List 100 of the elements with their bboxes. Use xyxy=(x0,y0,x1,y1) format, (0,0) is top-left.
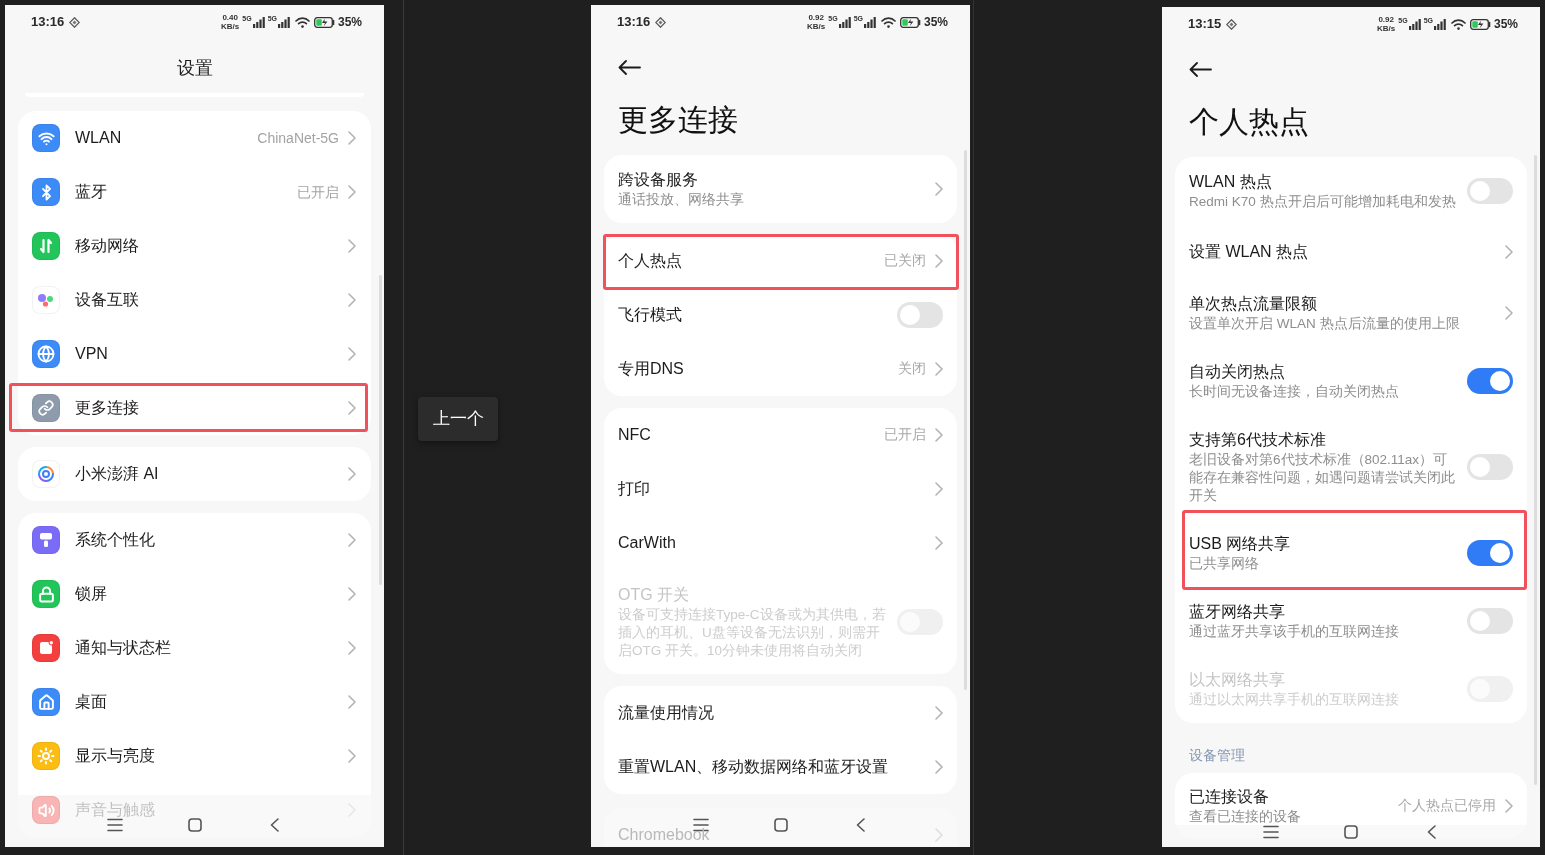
setting-label[interactable]: 桌面 xyxy=(75,691,107,713)
speed-unit: KB/s xyxy=(807,22,826,31)
toggle-switch[interactable] xyxy=(1467,454,1513,480)
toggle-switch[interactable] xyxy=(1467,540,1513,566)
toggle-switch[interactable] xyxy=(1467,178,1513,204)
setting-label: 支持第6代技术标准 xyxy=(1189,430,1326,450)
signal-icon xyxy=(1433,18,1446,30)
chevron-right-icon xyxy=(935,760,943,774)
status-time: 13:15 xyxy=(1188,16,1222,32)
chevron-right-icon xyxy=(1505,799,1513,813)
back-icon[interactable] xyxy=(856,818,865,832)
tooltip: 上一个 xyxy=(418,397,498,441)
setting-description: 老旧设备对第6代技术标准（802.11ax）可能存在兼容性问题，如遇问题请尝试关闭此开关 xyxy=(1189,451,1456,505)
setting-value: 个人热点已停用 xyxy=(1398,797,1496,815)
setting-label: 自动关闭热点 xyxy=(1189,362,1285,382)
network-speed: 0.92 xyxy=(808,13,824,22)
wifi-icon xyxy=(294,16,310,28)
setting-label[interactable]: 跨设备服务 xyxy=(618,169,698,191)
setting-label: USB 网络共享 xyxy=(1189,534,1291,554)
chevron-right-icon xyxy=(348,695,356,709)
screen-title: 更多连接 xyxy=(618,102,738,138)
menu-icon[interactable] xyxy=(1263,825,1279,839)
setting-label[interactable]: 打印 xyxy=(618,478,650,500)
setting-label[interactable]: 单次热点流量限额 xyxy=(1189,293,1317,315)
setting-value: 已开启 xyxy=(884,426,926,444)
setting-label[interactable]: 蓝牙 xyxy=(75,181,107,203)
chevron-right-icon xyxy=(935,254,943,268)
chevron-right-icon xyxy=(1505,245,1513,259)
diamond-icon xyxy=(69,16,81,28)
battery-charging-icon xyxy=(899,16,921,28)
chevron-right-icon xyxy=(348,131,356,145)
battery-charging-icon xyxy=(1469,18,1491,30)
square-icon[interactable] xyxy=(187,818,202,832)
back-icon[interactable] xyxy=(1426,825,1436,839)
chevron-right-icon xyxy=(935,706,943,720)
setting-label[interactable]: 已连接设备 xyxy=(1189,786,1269,808)
setting-label[interactable]: 更多连接 xyxy=(75,397,139,419)
chevron-right-icon xyxy=(348,185,356,199)
chevron-right-icon xyxy=(935,362,943,376)
setting-value: 已关闭 xyxy=(884,252,926,270)
setting-description: 已共享网络 xyxy=(1189,555,1259,573)
setting-label[interactable]: 通知与状态栏 xyxy=(75,637,171,659)
setting-description: 长时间无设备连接，自动关闭热点 xyxy=(1189,383,1399,401)
setting-label[interactable]: 显示与亮度 xyxy=(75,745,155,767)
speed-unit: KB/s xyxy=(1377,24,1396,33)
setting-label: 蓝牙网络共享 xyxy=(1189,602,1285,622)
screen-title: 设置 xyxy=(176,57,213,80)
wifi-icon xyxy=(1450,18,1466,30)
chevron-right-icon xyxy=(348,293,356,307)
chevron-right-icon xyxy=(935,536,943,550)
chevron-right-icon xyxy=(348,587,356,601)
setting-label[interactable]: 系统个性化 xyxy=(75,529,155,551)
chevron-right-icon xyxy=(348,533,356,547)
battery-percent: 35% xyxy=(923,15,948,29)
setting-label[interactable]: 流量使用情况 xyxy=(618,702,714,724)
square-icon[interactable] xyxy=(773,818,788,832)
chevron-right-icon xyxy=(348,401,356,415)
setting-label[interactable]: CarWith xyxy=(618,532,676,554)
network-speed: 0.40 xyxy=(222,13,238,22)
chevron-right-icon xyxy=(348,749,356,763)
square-icon[interactable] xyxy=(1344,825,1358,839)
chevron-right-icon xyxy=(348,239,356,253)
setting-label[interactable]: 重置WLAN、移动数据网络和蓝牙设置 xyxy=(618,756,889,778)
chevron-right-icon xyxy=(1505,306,1513,320)
chevron-right-icon xyxy=(935,428,943,442)
diamond-icon xyxy=(1226,18,1238,30)
setting-label[interactable]: 设备互联 xyxy=(75,289,139,311)
screen-title: 个人热点 xyxy=(1189,104,1309,140)
back-arrow-icon[interactable] xyxy=(1189,61,1212,77)
setting-label[interactable]: VPN xyxy=(75,343,108,365)
setting-label[interactable]: NFC xyxy=(618,424,651,446)
back-icon[interactable] xyxy=(270,818,279,832)
chevron-right-icon xyxy=(935,828,943,842)
setting-description: 通过蓝牙共享该手机的互联网连接 xyxy=(1189,623,1399,641)
chevron-right-icon xyxy=(348,347,356,361)
battery-percent: 35% xyxy=(1493,17,1518,31)
toggle-switch[interactable] xyxy=(1467,608,1513,634)
setting-value: 已开启 xyxy=(297,183,339,202)
setting-label[interactable]: 锁屏 xyxy=(75,583,107,605)
setting-label[interactable]: WLAN xyxy=(75,127,122,149)
chevron-right-icon xyxy=(935,182,943,196)
wifi-icon xyxy=(880,16,896,28)
menu-icon[interactable] xyxy=(106,818,123,832)
setting-label[interactable]: 小米澎湃 AI xyxy=(75,463,159,485)
setting-label[interactable]: 个人热点 xyxy=(618,250,682,272)
setting-label[interactable]: 专用DNS xyxy=(618,358,684,380)
toggle-switch[interactable] xyxy=(1467,368,1513,394)
section-header: 设备管理 xyxy=(1189,748,1245,763)
signal-icon xyxy=(863,16,876,28)
signal-icon xyxy=(277,16,290,28)
setting-label: OTG 开关 xyxy=(618,585,690,605)
setting-description: 通话投放、网络共享 xyxy=(618,191,744,209)
chevron-right-icon xyxy=(935,482,943,496)
battery-charging-icon xyxy=(313,16,335,28)
toggle-switch[interactable] xyxy=(897,302,943,328)
back-arrow-icon[interactable] xyxy=(618,59,641,75)
chevron-right-icon xyxy=(348,467,356,481)
setting-label[interactable]: 移动网络 xyxy=(75,235,139,257)
network-speed: 0.92 xyxy=(1378,15,1394,24)
setting-label[interactable]: 设置 WLAN 热点 xyxy=(1189,241,1309,263)
